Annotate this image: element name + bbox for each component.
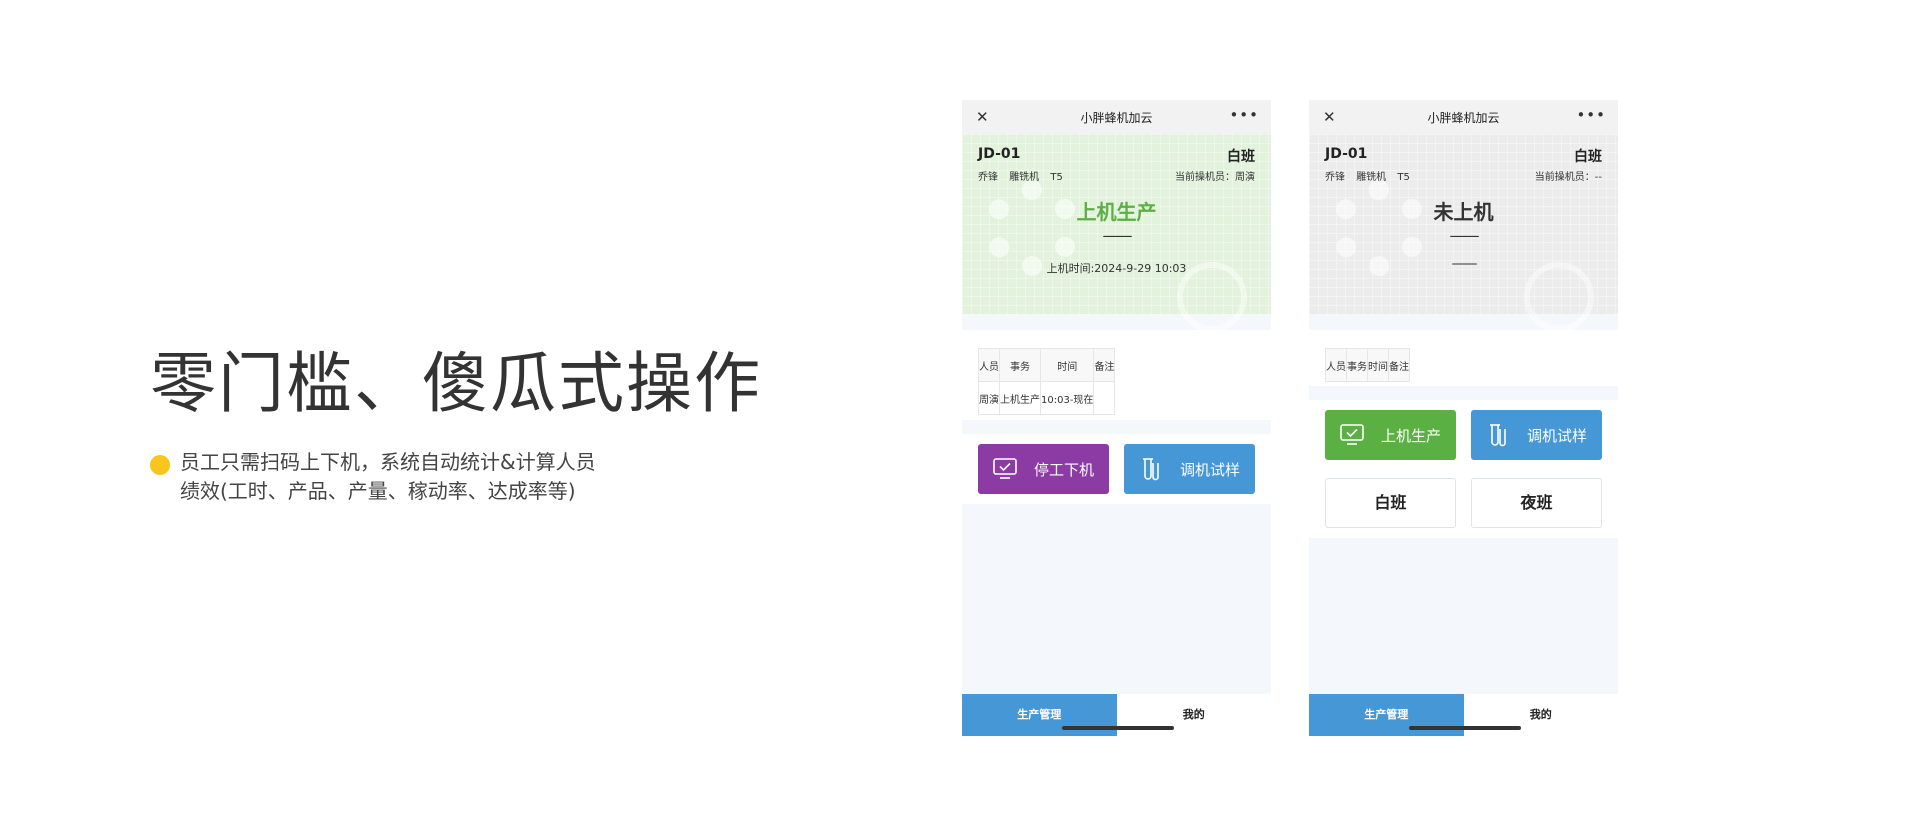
bullet-line-1: 员工只需扫码上下机，系统自动统计&计算人员: [180, 450, 596, 474]
action-section: 停工下机 调机试样: [962, 434, 1271, 504]
debug-sample-button[interactable]: 调机试样: [1471, 410, 1602, 460]
bullet-line-2: 绩效(工时、产品、产量、稼动率、达成率等): [180, 479, 576, 503]
machine-model: T5: [1397, 172, 1410, 183]
machine-model: T5: [1050, 172, 1063, 183]
more-icon[interactable]: •••: [1576, 106, 1606, 124]
feature-bullet: 员工只需扫码上下机，系统自动统计&计算人员 绩效(工时、产品、产量、稼动率、达成…: [150, 448, 710, 506]
test-tube-icon: [1143, 458, 1159, 481]
cell-note: [1093, 381, 1116, 415]
col-header-task: 事务: [1346, 348, 1368, 382]
table-header-row: 人员 事务 时间 备注: [1325, 348, 1410, 382]
bottom-tabbar: 生产管理 我的: [1309, 694, 1618, 736]
shift-label: 白班: [1227, 149, 1255, 165]
cell-task: 上机生产: [999, 381, 1041, 415]
current-operator: 当前操机员：--: [1534, 172, 1602, 183]
mini-program-titlebar: ✕ 小胖蜂机加云 •••: [1309, 100, 1618, 134]
machine-code: JD-01: [978, 146, 1021, 162]
status-dash: ——: [1449, 226, 1480, 245]
machine-meta: 乔锋 雕铣机 T5: [1325, 168, 1418, 183]
cell-time: 10:03-现在: [1039, 381, 1095, 415]
mini-program-titlebar: ✕ 小胖蜂机加云 •••: [962, 100, 1271, 134]
machine-status-card: JD-01 白班 乔锋 雕铣机 T5 当前操机员：-- 未上机 —— ——: [1309, 134, 1618, 332]
test-tube-icon: [1490, 424, 1506, 447]
machine-brand: 乔锋: [978, 172, 998, 183]
app-title: 小胖蜂机加云: [1080, 111, 1153, 125]
start-time: 上机时间:2024-9-29 10:03: [1046, 262, 1187, 275]
action-section: 上机生产 调机试样 白班 夜班: [1309, 400, 1618, 538]
home-indicator: [1409, 726, 1521, 730]
circle-decoration-icon: [1524, 262, 1594, 332]
table-row: 周演 上机生产 10:03-现在: [978, 381, 1116, 415]
stop-machine-button[interactable]: 停工下机: [978, 444, 1109, 494]
machine-brand: 乔锋: [1325, 172, 1345, 183]
current-operator: 当前操机员：周演: [1175, 172, 1255, 183]
record-table: 人员 事务 时间 备注 周演 上机生产 10:03-现在: [978, 348, 1116, 415]
machine-meta: 乔锋 雕铣机 T5: [978, 168, 1071, 183]
stop-machine-label: 停工下机: [1034, 461, 1095, 479]
record-table: 人员 事务 时间 备注: [1325, 348, 1410, 382]
night-shift-button[interactable]: 夜班: [1471, 478, 1602, 528]
machine-type: 雕铣机: [1356, 172, 1387, 183]
app-title: 小胖蜂机加云: [1427, 111, 1500, 125]
cell-person: 周演: [978, 381, 1000, 415]
table-header-row: 人员 事务 时间 备注: [978, 348, 1116, 382]
monitor-check-icon: [993, 458, 1017, 479]
phone-screen-running: ✕ 小胖蜂机加云 ••• JD-01 白班 乔锋 雕铣机 T5 当前操机员：周演…: [962, 100, 1271, 736]
day-shift-button[interactable]: 白班: [1325, 478, 1456, 528]
machine-status-card: JD-01 白班 乔锋 雕铣机 T5 当前操机员：周演 上机生产 —— 上机时间…: [962, 134, 1271, 332]
col-header-person: 人员: [978, 348, 1000, 382]
status-dash: ——: [1102, 226, 1133, 245]
slide-headline: 零门槛、傻瓜式操作: [150, 345, 762, 422]
machine-status: 未上机: [1433, 200, 1494, 224]
col-header-note: 备注: [1093, 348, 1116, 382]
machine-code: JD-01: [1325, 146, 1368, 162]
record-section: 人员 事务 时间 备注 周演 上机生产 10:03-现在: [962, 330, 1271, 420]
bullet-dot-icon: [150, 455, 170, 475]
col-header-note: 备注: [1388, 348, 1410, 382]
phone-screen-idle: ✕ 小胖蜂机加云 ••• JD-01 白班 乔锋 雕铣机 T5 当前操机员：--…: [1309, 100, 1618, 736]
start-production-button[interactable]: 上机生产: [1325, 410, 1456, 460]
bottom-tabbar: 生产管理 我的: [962, 694, 1271, 736]
shift-label: 白班: [1574, 149, 1602, 165]
start-production-label: 上机生产: [1381, 427, 1442, 445]
debug-sample-button[interactable]: 调机试样: [1124, 444, 1255, 494]
home-indicator: [1062, 726, 1174, 730]
col-header-task: 事务: [999, 348, 1041, 382]
monitor-check-icon: [1340, 424, 1364, 445]
record-section: 人员 事务 时间 备注: [1309, 330, 1618, 386]
debug-sample-label: 调机试样: [1527, 427, 1588, 445]
bullet-text: 员工只需扫码上下机，系统自动统计&计算人员 绩效(工时、产品、产量、稼动率、达成…: [180, 448, 710, 506]
col-header-time: 时间: [1367, 348, 1389, 382]
col-header-time: 时间: [1039, 348, 1095, 382]
machine-type: 雕铣机: [1009, 172, 1040, 183]
machine-status: 上机生产: [1076, 200, 1157, 224]
debug-sample-label: 调机试样: [1180, 461, 1241, 479]
col-header-person: 人员: [1325, 348, 1347, 382]
status-dash-2: ——: [1451, 256, 1478, 272]
more-icon[interactable]: •••: [1229, 106, 1259, 124]
